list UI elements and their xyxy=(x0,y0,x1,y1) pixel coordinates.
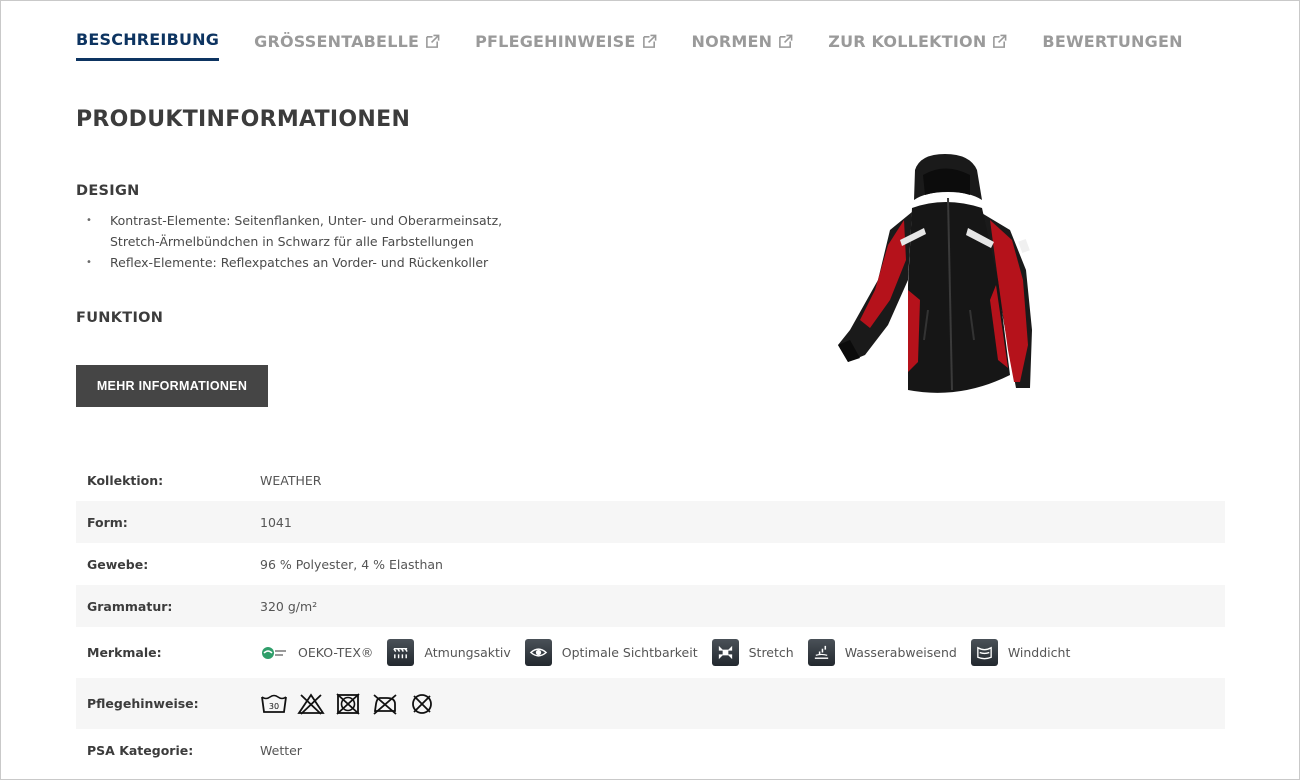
more-info-button[interactable]: MEHR INFORMATIONEN xyxy=(76,365,268,407)
tab-normen[interactable]: NORMEN xyxy=(692,30,794,61)
wash-30-icon: 30 xyxy=(261,694,287,713)
feature-item[interactable]: Winddicht xyxy=(970,639,1071,666)
no-bleach-icon xyxy=(297,692,325,715)
stretch-icon xyxy=(711,639,739,666)
tab-label: BESCHREIBUNG xyxy=(76,30,220,49)
spec-label: Gewebe: xyxy=(87,556,149,572)
external-link-icon xyxy=(425,34,440,49)
spec-label: Pflegehinweise: xyxy=(87,696,199,711)
list-item: Reflex-Elemente: Reflexpatches an Vorder… xyxy=(86,252,546,273)
list-item: Kontrast-Elemente: Seitenflanken, Unter-… xyxy=(86,210,546,252)
tab-beschreibung[interactable]: BESCHREIBUNG xyxy=(76,30,220,61)
table-row: Pflegehinweise: 30 xyxy=(76,678,1225,729)
funktion-heading: FUNKTION xyxy=(76,310,164,326)
tab-bewertungen[interactable]: BEWERTUNGEN xyxy=(1042,30,1182,61)
spec-label: Form: xyxy=(87,514,128,530)
feature-item[interactable]: Atmungsaktiv xyxy=(387,639,511,666)
visibility-eye-icon xyxy=(524,639,552,666)
oeko-tex-icon xyxy=(260,643,288,663)
svg-text:30: 30 xyxy=(269,702,279,711)
design-list: Kontrast-Elemente: Seitenflanken, Unter-… xyxy=(86,210,546,273)
feature-label: OEKO-TEX® xyxy=(298,645,374,660)
feature-label: Optimale Sichtbarkeit xyxy=(561,645,698,660)
tab-label: NORMEN xyxy=(691,31,773,51)
tab-label: BEWERTUNGEN xyxy=(1042,31,1183,51)
product-tabs: BESCHREIBUNG GRÖSSENTABELLE PFLEGEHINWEI… xyxy=(76,30,1218,61)
windproof-icon xyxy=(970,639,998,666)
spec-label: Grammatur: xyxy=(87,598,173,614)
table-row: Grammatur: 320 g/m² xyxy=(76,585,1225,627)
external-link-icon xyxy=(642,34,657,49)
external-link-icon xyxy=(778,34,793,49)
spec-table: Kollektion: WEATHER Form: 1041 Gewebe: 9… xyxy=(76,459,1225,771)
feature-item[interactable]: OEKO-TEX® xyxy=(260,643,373,663)
design-heading: DESIGN xyxy=(76,183,140,199)
tab-zur-kollektion[interactable]: ZUR KOLLEKTION xyxy=(828,30,1007,61)
spec-value: 320 g/m² xyxy=(260,598,318,614)
water-repellent-icon xyxy=(807,639,835,666)
no-tumble-dry-icon xyxy=(336,692,360,715)
feature-label: Atmungsaktiv xyxy=(424,645,511,660)
feature-label: Stretch xyxy=(748,645,794,660)
feature-list: OEKO-TEX® Atmungsaktiv Optimale Sichtbar… xyxy=(260,639,1084,666)
spec-label: Kollektion: xyxy=(87,472,164,488)
feature-item[interactable]: Wasserabweisend xyxy=(807,639,957,666)
spec-label: PSA Kategorie: xyxy=(87,742,194,758)
external-link-icon xyxy=(992,34,1007,49)
no-iron-icon xyxy=(373,693,397,715)
spec-label: Merkmale: xyxy=(87,645,162,660)
spec-value: WEATHER xyxy=(260,472,322,488)
feature-label: Wasserabweisend xyxy=(844,645,957,660)
tab-pflegehinweise[interactable]: PFLEGEHINWEISE xyxy=(475,30,656,61)
page-title: PRODUKTINFORMATIONEN xyxy=(76,107,411,132)
breathable-icon xyxy=(387,639,415,666)
table-row: Gewebe: 96 % Polyester, 4 % Elasthan xyxy=(76,543,1225,585)
table-row: PSA Kategorie: Wetter xyxy=(76,729,1225,771)
no-dry-clean-icon xyxy=(412,693,432,714)
tab-label: PFLEGEHINWEISE xyxy=(475,31,636,51)
tab-label: GRÖSSENTABELLE xyxy=(254,31,420,51)
feature-item[interactable]: Optimale Sichtbarkeit xyxy=(524,639,698,666)
tab-groessentabelle[interactable]: GRÖSSENTABELLE xyxy=(254,30,440,61)
tab-label: ZUR KOLLEKTION xyxy=(828,31,987,51)
table-row: Form: 1041 xyxy=(76,501,1225,543)
table-row: Kollektion: WEATHER xyxy=(76,459,1225,501)
spec-value: 96 % Polyester, 4 % Elasthan xyxy=(260,556,443,572)
spec-value: Wetter xyxy=(260,742,302,758)
spec-value: 1041 xyxy=(260,514,292,530)
care-symbols: 30 xyxy=(260,692,445,716)
table-row: Merkmale: OEKO-TEX® Atmungsaktiv Optimal… xyxy=(76,627,1225,678)
feature-item[interactable]: Stretch xyxy=(711,639,794,666)
product-image xyxy=(820,150,1070,405)
feature-label: Winddicht xyxy=(1007,645,1071,660)
